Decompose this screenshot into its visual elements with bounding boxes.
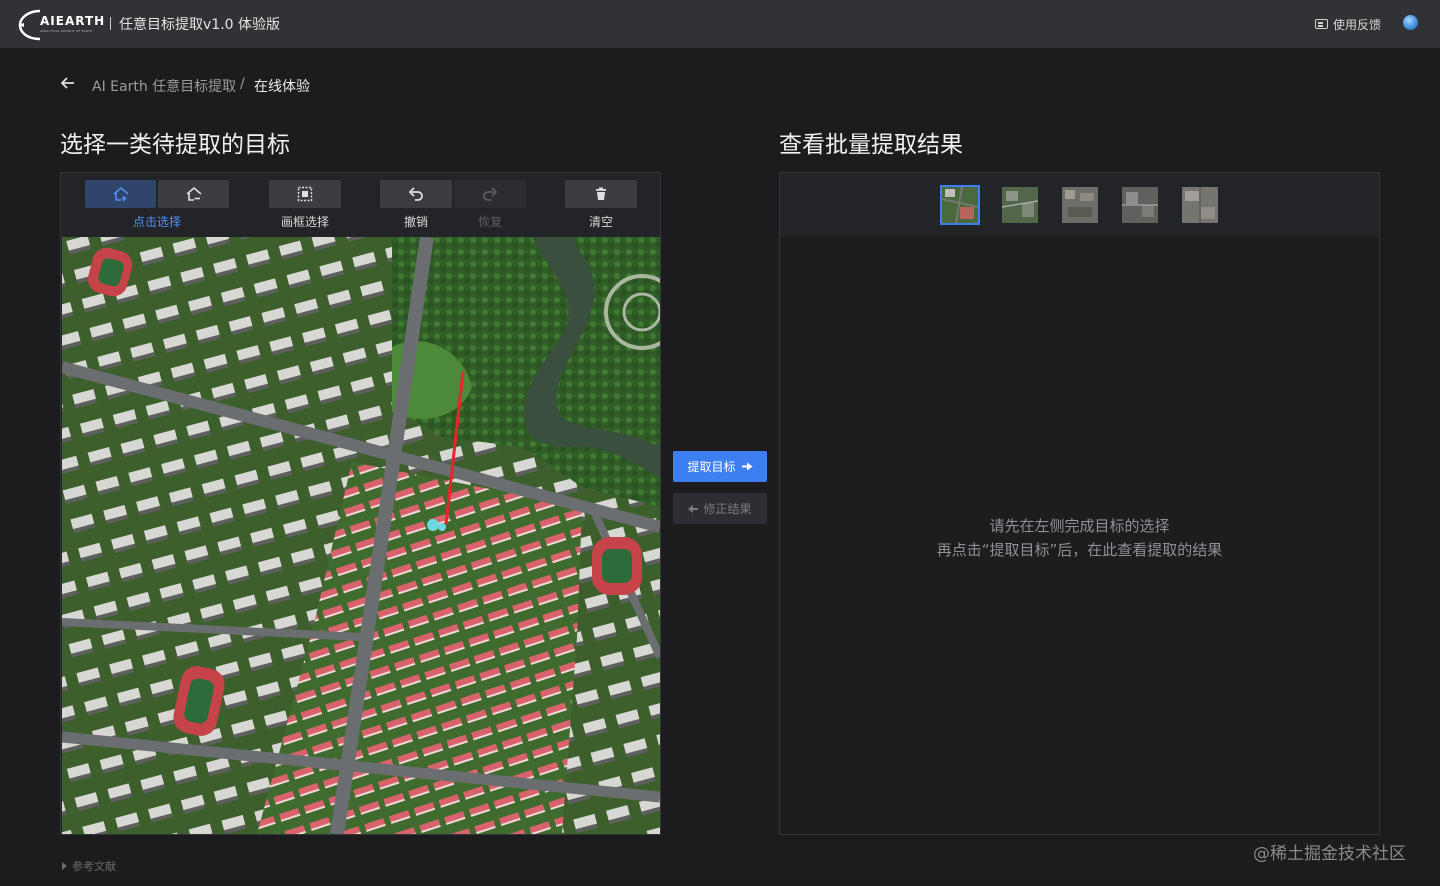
undo-button[interactable]: [380, 180, 452, 208]
undo-icon: [408, 187, 423, 201]
selection-panel: 点击选择 画框选择 撤销 恢复 清空: [60, 172, 661, 835]
point-select-button[interactable]: [85, 180, 156, 208]
tool-label-redo: 恢复: [477, 215, 502, 229]
empty-state-line-1: 请先在左侧完成目标的选择: [989, 517, 1170, 535]
arrow-left-icon: [688, 504, 699, 513]
fix-result-button[interactable]: 修正结果: [673, 493, 767, 524]
breadcrumb-separator: /: [240, 76, 245, 92]
right-section-title: 查看批量提取结果: [779, 132, 963, 158]
arrow-right-icon: [741, 462, 752, 471]
tool-label-point-select: 点击选择: [132, 215, 181, 229]
breadcrumb-parent-link[interactable]: AI Earth 任意目标提取: [92, 76, 236, 96]
redo-button[interactable]: [454, 180, 526, 208]
empty-state-line-2: 再点击“提取目标”后，在此查看提取的结果: [936, 541, 1223, 559]
feedback-label: 使用反馈: [1333, 17, 1382, 32]
redo-icon: [483, 187, 498, 201]
box-select-button[interactable]: [269, 180, 341, 208]
watermark: @稀土掘金技术社区: [1253, 844, 1406, 864]
extract-target-button[interactable]: 提取目标: [673, 451, 767, 482]
logo-subtitle: ANALYTICAL INSIGHT OF EARTH: [40, 29, 93, 33]
ai-earth-logo[interactable]: AIEARTH ANALYTICAL INSIGHT OF EARTH: [18, 8, 106, 42]
satellite-map-canvas[interactable]: [62, 237, 660, 834]
clear-button[interactable]: [565, 180, 637, 208]
logo-text: AIEARTH: [40, 14, 106, 28]
point-select-icon: [112, 186, 129, 201]
tool-label-undo: 撤销: [403, 215, 428, 229]
selection-toolbar: 点击选择 画框选择 撤销 恢复 清空: [61, 173, 660, 236]
breadcrumb-current: 在线体验: [254, 79, 310, 95]
results-panel: 请先在左侧完成目标的选择 再点击“提取目标”后，在此查看提取的结果: [779, 172, 1380, 835]
thumbnail-1[interactable]: [940, 185, 980, 225]
feedback-link[interactable]: 使用反馈: [1315, 15, 1381, 33]
caret-right-icon: [62, 862, 67, 870]
box-select-icon: [297, 186, 313, 202]
thumbnail-strip: [780, 173, 1379, 237]
feedback-icon: [1315, 19, 1328, 29]
references-label: 参考文献: [72, 860, 116, 873]
thumbnail-4[interactable]: [1122, 187, 1158, 223]
references-toggle[interactable]: 参考文献: [62, 858, 116, 874]
title-divider: [110, 17, 111, 30]
thumbnail-5[interactable]: [1182, 187, 1218, 223]
tool-label-box-select: 画框选择: [280, 215, 329, 229]
back-arrow-icon[interactable]: [60, 75, 76, 91]
tool-label-clear: 清空: [588, 215, 613, 229]
trash-icon: [596, 187, 606, 200]
app-title: 任意目标提取v1.0 体验版: [119, 17, 280, 33]
thumbnail-3[interactable]: [1062, 187, 1098, 223]
top-bar: AIEARTH ANALYTICAL INSIGHT OF EARTH 任意目标…: [0, 0, 1440, 48]
point-deselect-button[interactable]: [158, 180, 229, 208]
extract-target-label: 提取目标: [687, 460, 736, 474]
thumbnail-2[interactable]: [1002, 187, 1038, 223]
left-section-title: 选择一类待提取的目标: [60, 132, 290, 158]
point-deselect-icon: [185, 186, 202, 201]
fix-result-label: 修正结果: [703, 502, 752, 516]
user-avatar[interactable]: [1403, 15, 1418, 30]
